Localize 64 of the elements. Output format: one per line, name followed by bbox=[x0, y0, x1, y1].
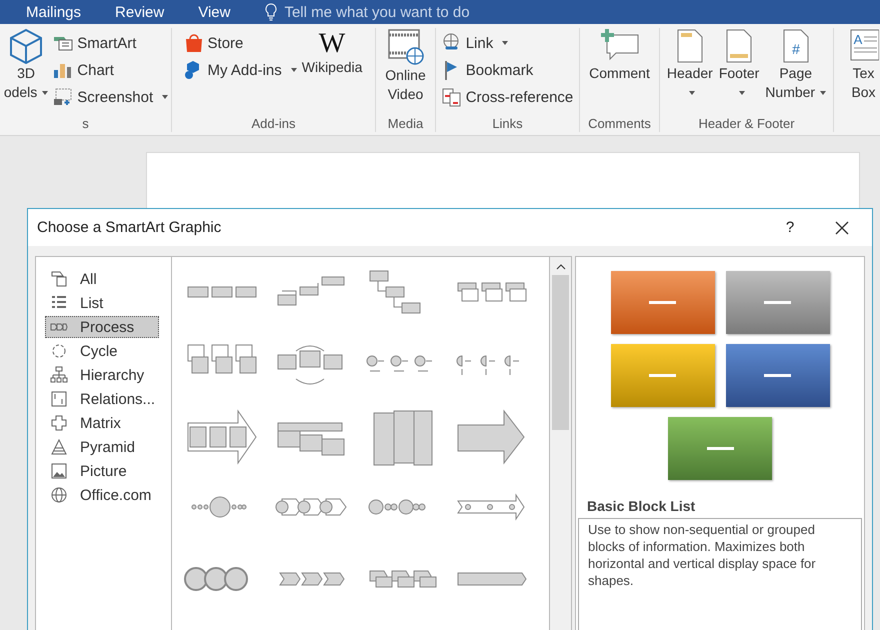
ribbon-button[interactable]: Header bbox=[666, 28, 714, 102]
category-item[interactable]: Matrix bbox=[45, 412, 159, 434]
group-label: Comments bbox=[588, 116, 651, 132]
ribbon-button[interactable]: Footer bbox=[718, 28, 760, 102]
globe-icon bbox=[50, 486, 68, 504]
scroll-thumb[interactable] bbox=[552, 275, 569, 430]
lightbulb-icon bbox=[264, 3, 278, 21]
category-item[interactable]: Hierarchy bbox=[45, 364, 159, 386]
layout-description: Use to show non-sequential or grouped blocks of information. Maximizes both horizontal and vertical display space for shapes. bbox=[578, 518, 862, 630]
footer-page-icon bbox=[725, 28, 754, 64]
help-button[interactable]: ? bbox=[768, 209, 812, 246]
screenshot-icon bbox=[53, 88, 74, 106]
group-label: Add-ins bbox=[251, 116, 296, 132]
ribbon-button[interactable]: Chart bbox=[53, 58, 168, 82]
category-all-icon bbox=[50, 270, 68, 288]
page-number-icon: # bbox=[782, 28, 810, 64]
category-item[interactable]: Cycle bbox=[45, 340, 159, 362]
group-label: s bbox=[82, 116, 89, 132]
ribbon-button[interactable]: Bookmark bbox=[442, 58, 574, 82]
close-icon bbox=[835, 220, 849, 234]
cycle-icon bbox=[50, 342, 68, 360]
ribbon-button[interactable]: SmartArt bbox=[53, 31, 168, 55]
ribbon-button[interactable]: Cross-reference bbox=[442, 85, 574, 109]
ribbon-button[interactable]: # Page Number bbox=[764, 28, 828, 102]
group-label: Media bbox=[388, 116, 424, 132]
ribbon-button[interactable]: Store bbox=[184, 31, 297, 55]
ribbon-tab[interactable]: Review bbox=[115, 4, 164, 20]
scroll-up-icon[interactable] bbox=[556, 263, 566, 271]
category-item[interactable]: All bbox=[45, 268, 159, 290]
ribbon-tab[interactable]: View bbox=[198, 4, 230, 20]
category-item[interactable]: Process bbox=[45, 316, 159, 338]
scrollbar[interactable] bbox=[550, 256, 572, 630]
cross-reference-icon bbox=[442, 87, 462, 107]
group-label: Links bbox=[492, 116, 523, 132]
category-item[interactable]: Pyramid bbox=[45, 436, 159, 458]
category-item[interactable]: List bbox=[45, 292, 159, 314]
dialog-title: Choose a SmartArt Graphic bbox=[37, 219, 222, 236]
category-item[interactable]: Picture bbox=[45, 460, 159, 482]
category-item[interactable]: Relations... bbox=[45, 388, 159, 410]
pyramid-icon bbox=[50, 438, 68, 456]
ribbon-button[interactable]: Link bbox=[442, 31, 574, 55]
ribbon-button[interactable]: Comment bbox=[588, 28, 651, 83]
ribbon-button[interactable]: 3D odels bbox=[2, 28, 50, 102]
relationship-icon bbox=[50, 390, 68, 408]
chart-icon bbox=[53, 61, 74, 79]
picture-icon bbox=[50, 462, 68, 480]
group-label: Header & Footer bbox=[698, 116, 795, 132]
matrix-icon bbox=[50, 414, 68, 432]
wikipedia-logo-icon: W bbox=[314, 28, 350, 58]
film-globe-icon bbox=[386, 28, 424, 66]
ribbon-button[interactable]: Screenshot bbox=[53, 85, 168, 109]
ribbon-button[interactable]: W Wikipedia bbox=[300, 28, 364, 77]
ribbon-button[interactable]: A Tex Box bbox=[848, 28, 880, 102]
ribbon-button[interactable]: My Add-ins bbox=[184, 58, 297, 82]
smartart-icon bbox=[53, 34, 74, 52]
ribbon-button[interactable]: Online Video bbox=[384, 28, 427, 104]
tell-me-field[interactable]: Tell me what you want to do bbox=[284, 4, 514, 20]
layout-name: Basic Block List bbox=[587, 498, 696, 514]
shopping-bag-icon bbox=[184, 33, 204, 53]
header-page-icon bbox=[676, 28, 704, 64]
category-item[interactable]: Office.com bbox=[45, 484, 159, 506]
cube-icon bbox=[9, 28, 44, 64]
ribbon-tab[interactable]: Mailings bbox=[26, 4, 82, 20]
hierarchy-icon bbox=[50, 366, 68, 384]
